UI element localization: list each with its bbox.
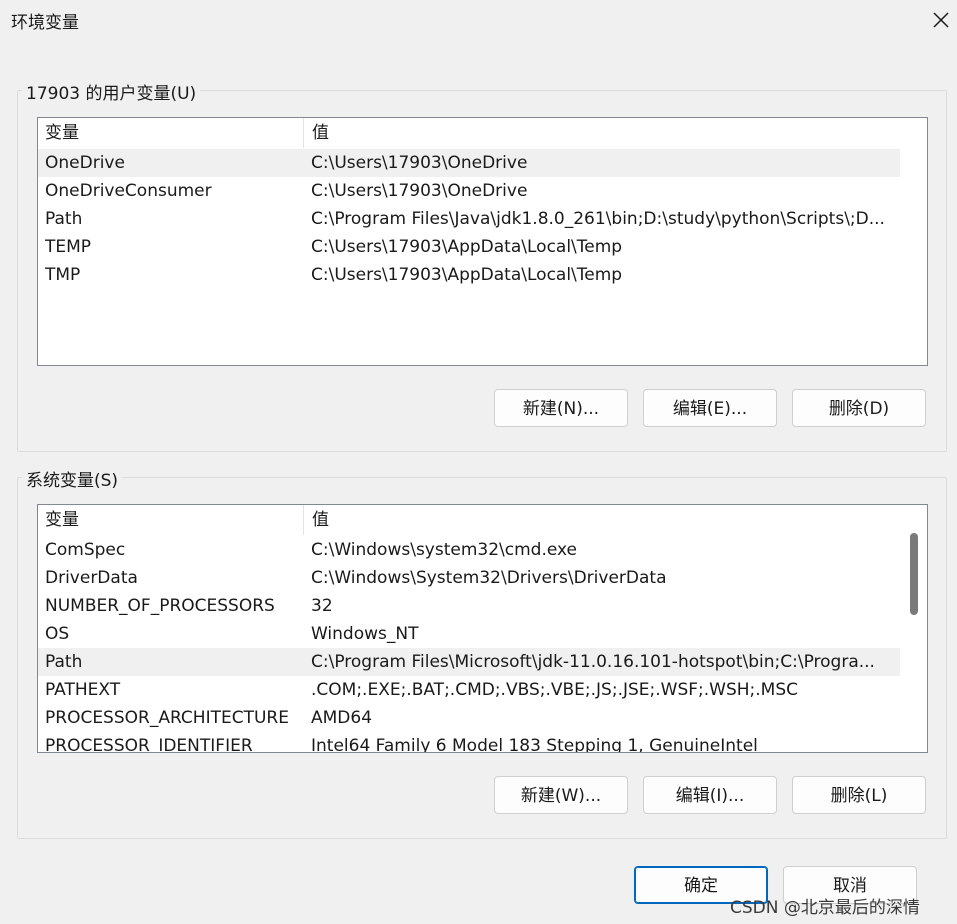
list-header: 变量 值 bbox=[38, 118, 927, 148]
column-header-value[interactable]: 值 bbox=[305, 505, 899, 535]
user-variables-label: 17903 的用户变量(U) bbox=[22, 79, 201, 104]
table-row[interactable]: TEMP C:\Users\17903\AppData\Local\Temp bbox=[38, 233, 927, 261]
system-list-scrollbar[interactable] bbox=[901, 505, 927, 752]
table-row[interactable]: OneDrive C:\Users\17903\OneDrive bbox=[38, 149, 900, 177]
variable-value-cell: Windows_NT bbox=[311, 624, 419, 644]
table-row[interactable]: OneDriveConsumer C:\Users\17903\OneDrive bbox=[38, 177, 927, 205]
table-row[interactable]: TMP C:\Users\17903\AppData\Local\Temp bbox=[38, 261, 927, 289]
variable-value-cell: C:\Program Files\Java\jdk1.8.0_261\bin;D… bbox=[311, 209, 885, 229]
variable-name-cell: PROCESSOR_IDENTIFIER bbox=[45, 736, 253, 753]
variable-value-cell: .COM;.EXE;.BAT;.CMD;.VBS;.VBE;.JS;.JSE;.… bbox=[311, 680, 799, 700]
window-title: 环境变量 bbox=[11, 13, 79, 33]
user-delete-button[interactable]: 删除(D) bbox=[792, 389, 926, 427]
table-row[interactable]: PATHEXT .COM;.EXE;.BAT;.CMD;.VBS;.VBE;.JS… bbox=[38, 676, 927, 704]
title-bar: 环境变量 bbox=[0, 0, 957, 40]
variable-value-cell: Intel64 Family 6 Model 183 Stepping 1, G… bbox=[311, 736, 758, 753]
variable-name-cell: OS bbox=[45, 624, 70, 644]
user-variables-list[interactable]: 变量 值 OneDrive C:\Users\17903\OneDrive OneD… bbox=[37, 117, 928, 366]
variable-name-cell: PATHEXT bbox=[45, 680, 121, 700]
variable-value-cell: C:\Users\17903\OneDrive bbox=[311, 181, 528, 201]
user-new-button[interactable]: 新建(N)... bbox=[494, 389, 628, 427]
variable-value-cell: C:\Users\17903\OneDrive bbox=[311, 153, 528, 173]
variable-value-cell: AMD64 bbox=[311, 708, 373, 728]
system-new-button[interactable]: 新建(W)... bbox=[494, 776, 628, 814]
variable-name-cell: NUMBER_OF_PROCESSORS bbox=[45, 596, 275, 616]
variable-name-cell: OneDrive bbox=[45, 153, 125, 173]
user-edit-button[interactable]: 编辑(E)... bbox=[643, 389, 777, 427]
system-variables-list[interactable]: 变量 值 ComSpec C:\Windows\system32\cmd.exe D… bbox=[37, 504, 928, 753]
system-variables-rows: ComSpec C:\Windows\system32\cmd.exe Driver… bbox=[38, 536, 927, 753]
table-row[interactable]: PROCESSOR_IDENTIFIER Intel64 Family 6 Mod… bbox=[38, 732, 927, 753]
variable-name-cell: Path bbox=[45, 652, 83, 672]
variable-value-cell: C:\Users\17903\AppData\Local\Temp bbox=[311, 237, 623, 257]
variable-name-cell: DriverData bbox=[45, 568, 138, 588]
variable-value-cell: 32 bbox=[311, 596, 333, 616]
table-row[interactable]: DriverData C:\Windows\System32\Drivers\Dr… bbox=[38, 564, 927, 592]
variable-name-cell: ComSpec bbox=[45, 540, 126, 560]
variable-name-cell: PROCESSOR_ARCHITECTURE bbox=[45, 708, 289, 728]
user-variables-rows: OneDrive C:\Users\17903\OneDrive OneDriveC… bbox=[38, 149, 927, 289]
variable-name-cell: TMP bbox=[45, 265, 81, 285]
table-row[interactable]: PROCESSOR_ARCHITECTURE AMD64 bbox=[38, 704, 927, 732]
scrollbar-thumb[interactable] bbox=[910, 533, 918, 615]
table-row[interactable]: Path C:\Program Files\Java\jdk1.8.0_261\b… bbox=[38, 205, 927, 233]
system-edit-button[interactable]: 编辑(I)... bbox=[643, 776, 777, 814]
system-delete-button[interactable]: 删除(L) bbox=[792, 776, 926, 814]
variable-value-cell: C:\Windows\System32\Drivers\DriverData bbox=[311, 568, 667, 588]
close-icon bbox=[933, 12, 949, 28]
variable-name-cell: Path bbox=[45, 209, 83, 229]
variable-value-cell: C:\Windows\system32\cmd.exe bbox=[311, 540, 578, 560]
close-button[interactable] bbox=[926, 6, 956, 34]
system-variables-label: 系统变量(S) bbox=[22, 466, 123, 491]
watermark: CSDN @北京最后的深情 bbox=[730, 898, 920, 918]
list-header: 变量 值 bbox=[38, 505, 927, 535]
table-row[interactable]: OS Windows_NT bbox=[38, 620, 927, 648]
variable-name-cell: TEMP bbox=[45, 237, 92, 257]
variable-value-cell: C:\Users\17903\AppData\Local\Temp bbox=[311, 265, 623, 285]
table-row[interactable]: NUMBER_OF_PROCESSORS 32 bbox=[38, 592, 927, 620]
table-row[interactable]: ComSpec C:\Windows\system32\cmd.exe bbox=[38, 536, 927, 564]
column-header-variable[interactable]: 变量 bbox=[38, 118, 304, 148]
variable-value-cell: C:\Program Files\Microsoft\jdk-11.0.16.1… bbox=[311, 652, 875, 672]
table-row[interactable]: Path C:\Program Files\Microsoft\jdk-11.0.… bbox=[38, 648, 900, 676]
variable-name-cell: OneDriveConsumer bbox=[45, 181, 212, 201]
column-header-value[interactable]: 值 bbox=[305, 118, 899, 148]
column-header-variable[interactable]: 变量 bbox=[38, 505, 304, 535]
